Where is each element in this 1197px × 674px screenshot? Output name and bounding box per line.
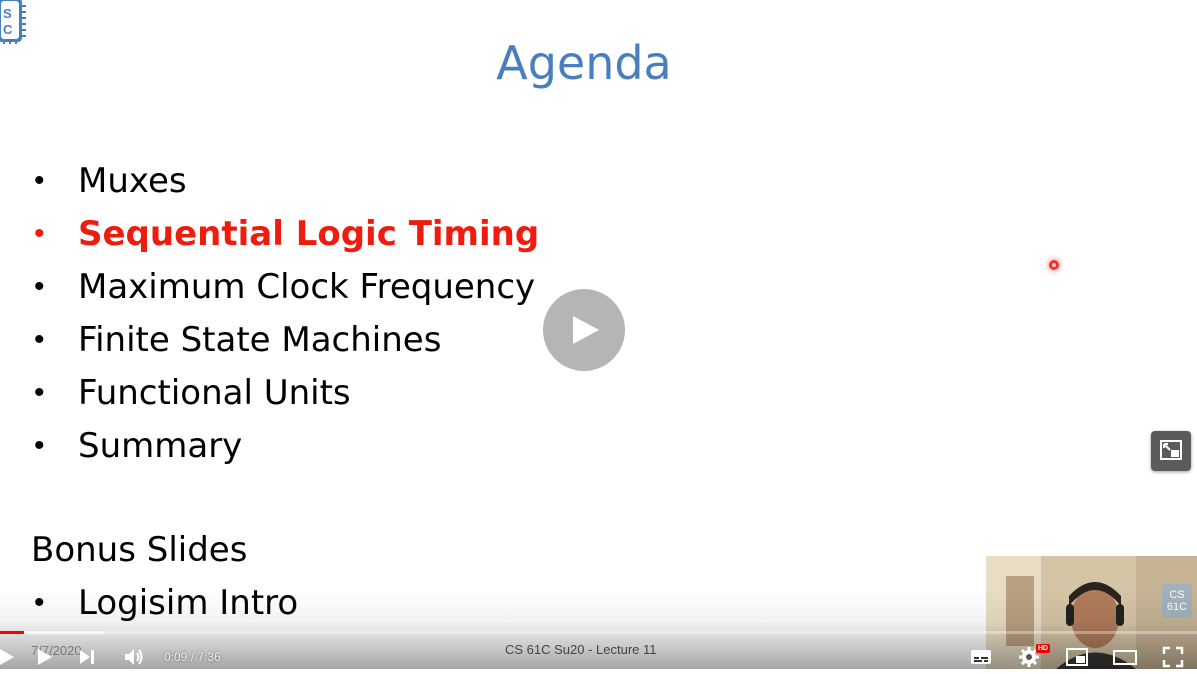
agenda-item-text: Sequential Logic Timing [78,214,540,254]
agenda-item-text: Finite State Machines [78,320,442,360]
progress-played [0,631,24,634]
svg-text:C: C [3,22,13,37]
agenda-item: • Muxes [0,155,600,207]
svg-text:S: S [3,6,12,21]
miniplayer-icon [1066,648,1088,666]
volume-button[interactable] [122,645,146,669]
expand-icon [1160,440,1182,460]
agenda-item-text: Summary [78,426,243,466]
subtitles-button[interactable] [969,645,993,669]
next-button[interactable] [75,645,99,669]
fullscreen-button[interactable] [1161,645,1185,669]
play-pause-button[interactable] [0,645,18,669]
agenda-item-text: Maximum Clock Frequency [78,267,536,307]
fullscreen-icon [1162,646,1184,668]
play-icon [38,649,52,665]
agenda-item: • Summary [0,420,600,472]
miniplayer-button[interactable] [1065,645,1089,669]
agenda-item: • Functional Units [0,367,600,419]
play-button-small[interactable] [32,645,56,669]
time-display: 0:09 / 7:36 [164,650,221,664]
bullet-icon: • [34,376,45,409]
agenda-item-text: Functional Units [78,373,351,413]
agenda-item-text: Muxes [78,161,187,201]
progress-bar[interactable] [0,631,1197,634]
play-button[interactable] [543,289,625,371]
bullet-icon: • [34,217,45,250]
theater-button[interactable] [1113,645,1137,669]
laser-pointer [1049,260,1059,270]
agenda-item-current: • Sequential Logic Timing [0,208,600,260]
volume-icon [125,649,143,665]
agenda-item: • Finite State Machines [0,314,600,366]
slide-title: Agenda [496,36,672,90]
slide-footer: CS 61C Su20 - Lecture 11 [505,642,657,657]
bonus-heading: Bonus Slides [31,530,248,570]
hd-badge: HD [1036,644,1051,653]
bullet-icon: • [34,164,45,197]
bullet-icon: • [34,323,45,356]
theater-icon [1113,650,1137,665]
bullet-icon: • [34,429,45,462]
expand-button[interactable] [1151,431,1191,471]
play-icon [0,649,14,665]
agenda-item: • Maximum Clock Frequency [0,261,600,313]
subtitles-icon [971,650,991,664]
bullet-icon: • [34,270,45,303]
play-icon [573,316,599,344]
next-icon [80,650,94,664]
